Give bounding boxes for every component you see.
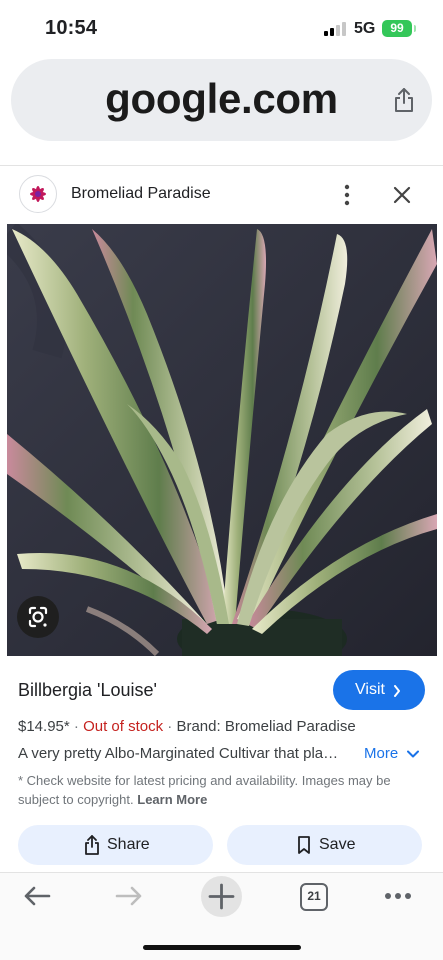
product-image[interactable] <box>7 224 437 656</box>
address-bar[interactable]: google.com <box>11 59 432 141</box>
share-label: Share <box>107 836 150 853</box>
save-label: Save <box>319 836 356 853</box>
chevron-down-icon <box>407 750 419 758</box>
plus-icon <box>208 883 235 910</box>
chevron-right-icon <box>394 685 400 697</box>
new-tab-button[interactable] <box>201 876 242 917</box>
share-button[interactable]: Share <box>18 825 213 865</box>
source-header: Bromeliad Paradise <box>0 170 443 222</box>
brand: Brand: Bromeliad Paradise <box>176 718 356 735</box>
signal-icon <box>324 22 346 36</box>
bromeliad-logo-icon <box>30 186 46 202</box>
more-button[interactable]: More <box>364 745 419 762</box>
disclaimer: * Check website for latest pricing and a… <box>18 771 423 809</box>
network-type: 5G <box>354 20 376 37</box>
more-horizontal-icon[interactable] <box>384 892 412 900</box>
arrow-left-icon[interactable] <box>22 885 52 907</box>
price-line: $14.95* · Out of stock · Brand: Bromelia… <box>18 718 356 735</box>
tabs-button[interactable]: 21 <box>300 883 328 911</box>
product-description: A very pretty Albo-Marginated Cultivar t… <box>18 745 346 762</box>
lens-search-button[interactable] <box>17 596 59 638</box>
battery-icon: 99 <box>382 20 416 37</box>
product-title[interactable]: Billbergia 'Louise' <box>18 680 157 701</box>
save-button[interactable]: Save <box>227 825 422 865</box>
more-vertical-icon[interactable] <box>338 182 356 208</box>
share-icon[interactable] <box>392 87 416 113</box>
stock-status: Out of stock <box>83 718 164 735</box>
learn-more-link[interactable]: Learn More <box>137 792 207 807</box>
price: $14.95* <box>18 718 70 735</box>
source-name[interactable]: Bromeliad Paradise <box>71 185 211 203</box>
site-favicon[interactable] <box>19 175 57 213</box>
separator-dot: · <box>167 718 173 735</box>
divider <box>0 165 443 166</box>
lens-icon <box>28 606 48 628</box>
share-icon <box>85 835 99 855</box>
status-bar: 10:54 5G 99 <box>0 0 443 58</box>
home-indicator[interactable] <box>143 945 301 950</box>
close-icon[interactable] <box>389 182 415 208</box>
arrow-right-icon[interactable] <box>114 885 144 907</box>
more-label: More <box>364 745 399 762</box>
status-time: 10:54 <box>45 17 98 39</box>
url-text[interactable]: google.com <box>11 75 432 123</box>
separator-dot: · <box>73 718 79 735</box>
plant-photo <box>7 224 437 656</box>
bookmark-icon <box>298 836 310 854</box>
visit-button[interactable]: Visit <box>333 670 425 710</box>
visit-label: Visit <box>355 681 385 698</box>
